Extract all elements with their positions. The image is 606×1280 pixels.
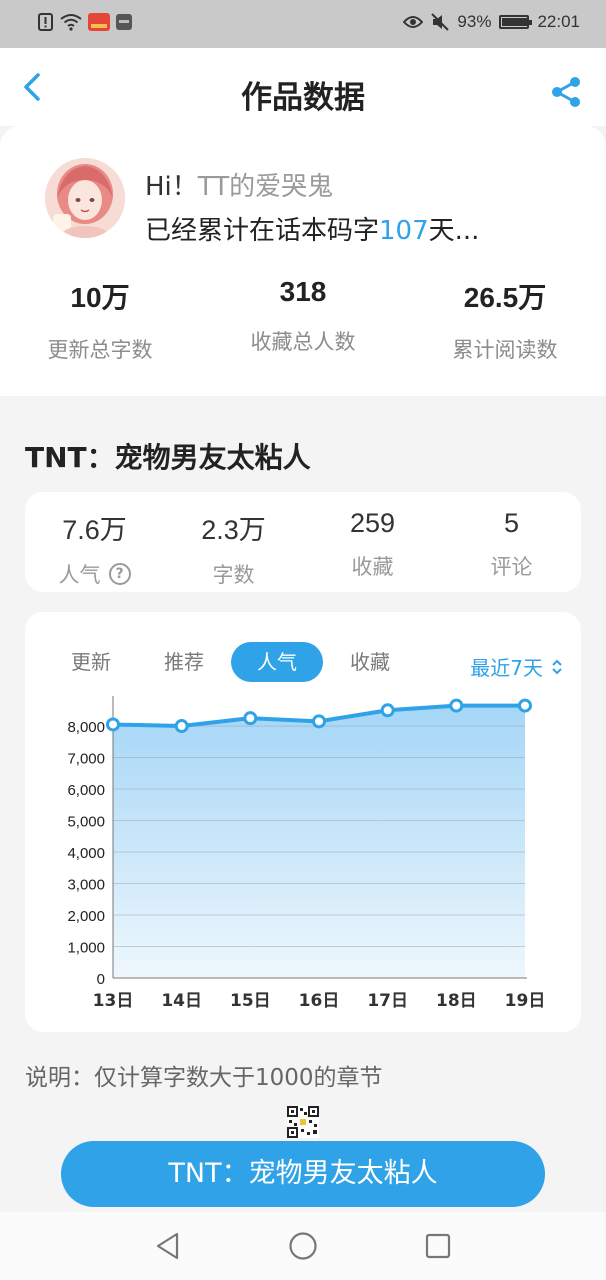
y-tick-label: 7,000 [67, 751, 105, 768]
metric-words: 2.3万 字数 [164, 508, 303, 589]
page-title: 作品数据 [241, 80, 365, 116]
y-tick-label: 5,000 [67, 814, 105, 831]
metric-label: 评论 [490, 555, 533, 579]
stat-label: 收藏总人数 [250, 330, 356, 354]
share-icon[interactable] [550, 76, 582, 108]
y-tick-label: 2,000 [67, 908, 105, 925]
greeting: Hi！TT的爱哭鬼 [145, 166, 333, 203]
stat-total-words: 10万 更新总字数 [0, 276, 200, 364]
metric-favorites: 259 收藏 [303, 508, 442, 581]
stat-total-favorites: 318 收藏总人数 [203, 276, 403, 356]
y-tick-label: 4,000 [67, 845, 105, 862]
popularity-area-chart: 0 1,000 2,000 3,000 4,000 5,000 6,000 7,000 8,00… [67, 696, 546, 1011]
avatar[interactable] [45, 158, 125, 238]
x-tick-label: 13日 [93, 991, 134, 1011]
username: TT的爱哭鬼 [197, 172, 334, 202]
stat-label: 累计阅读数 [452, 338, 558, 362]
profile-card: Hi！TT的爱哭鬼 已经累计在话本码字107天... 10万 更新总字数 318… [0, 126, 606, 396]
metric-label: 人气 [58, 563, 101, 587]
chart-note: 说明：仅计算字数大于1000的章节 [25, 1065, 383, 1091]
metric-label: 字数 [212, 563, 255, 587]
app-notification-icon [88, 13, 110, 31]
metric-value: 259 [349, 508, 396, 538]
work-metrics-card: 7.6万 人气? 2.3万 字数 259 收藏 5 评论 [25, 492, 581, 592]
chart-data-point [380, 703, 395, 718]
nav-back-icon[interactable] [152, 1230, 184, 1262]
x-tick-label: 15日 [230, 991, 271, 1011]
metric-comments: 5 评论 [442, 508, 581, 581]
mute-icon [431, 13, 450, 31]
x-tick-label: 14日 [161, 991, 202, 1011]
status-icons-left [38, 13, 132, 31]
system-nav-bar [0, 1212, 606, 1280]
clock: 22:01 [537, 12, 580, 31]
status-bar: 93% 22:01 [0, 0, 606, 48]
chart-data-point [243, 711, 258, 726]
metric-popularity: 7.6万 人气? [25, 508, 164, 589]
y-tick-label: 0 [97, 971, 105, 988]
greeting-prefix: Hi！ [145, 172, 198, 202]
x-tick-label: 19日 [505, 991, 546, 1011]
eye-icon [403, 16, 424, 28]
streak-prefix: 已经累计在话本码字 [145, 216, 380, 246]
chart-data-point [174, 719, 189, 734]
streak-days: 107 [379, 216, 429, 246]
chart-data-point [106, 717, 120, 732]
work-title: TNT：宠物男友太粘人 [25, 441, 311, 474]
battery-percent: 93% [457, 12, 492, 31]
y-tick-label: 6,000 [67, 782, 105, 799]
metric-value: 2.3万 [201, 515, 266, 545]
question-circle-icon[interactable]: ? [108, 563, 131, 585]
chart-data-point [449, 698, 464, 713]
x-tick-label: 17日 [367, 991, 408, 1011]
y-tick-label: 1,000 [67, 940, 105, 957]
streak-suffix: 天... [428, 216, 480, 246]
nav-recents-icon[interactable] [422, 1230, 454, 1262]
battery-level [502, 18, 527, 26]
metric-label: 收藏 [351, 555, 394, 579]
sim-alert-icon [38, 13, 53, 31]
metric-value: 5 [503, 508, 520, 538]
battery-icon [499, 15, 533, 29]
app-notification-icon [116, 14, 132, 30]
top-nav-bar: 作品数据 [0, 48, 606, 126]
nav-home-icon[interactable] [287, 1230, 319, 1262]
stat-label: 更新总字数 [47, 338, 153, 362]
chart-area-fill [113, 705, 525, 978]
writing-streak: 已经累计在话本码字107天... [145, 210, 479, 247]
wifi-icon [60, 14, 82, 31]
chart-data-point [518, 698, 532, 713]
y-tick-label: 8,000 [67, 719, 105, 736]
metric-value: 7.6万 [62, 515, 127, 545]
x-tick-label: 18日 [436, 991, 477, 1011]
x-tick-label: 16日 [299, 991, 340, 1011]
chart-card: 更新 推荐 人气 收藏 最近7天 0 1,000 2,000 3,000 4,000 5,… [25, 612, 581, 1032]
stat-value: 318 [279, 276, 327, 307]
work-switch-button[interactable]: TNT：宠物男友太粘人 [61, 1141, 545, 1207]
qr-code-icon [287, 1106, 319, 1138]
status-icons-right: 93% 22:01 [403, 12, 580, 32]
stat-total-reads: 26.5万 累计阅读数 [405, 276, 605, 364]
stat-value: 26.5万 [463, 282, 547, 313]
y-tick-label: 3,000 [67, 877, 105, 894]
stat-value: 10万 [70, 282, 130, 313]
avatar-illustration [45, 158, 125, 238]
metric-label-row: 人气? [25, 559, 164, 589]
chart-data-point [312, 714, 326, 729]
